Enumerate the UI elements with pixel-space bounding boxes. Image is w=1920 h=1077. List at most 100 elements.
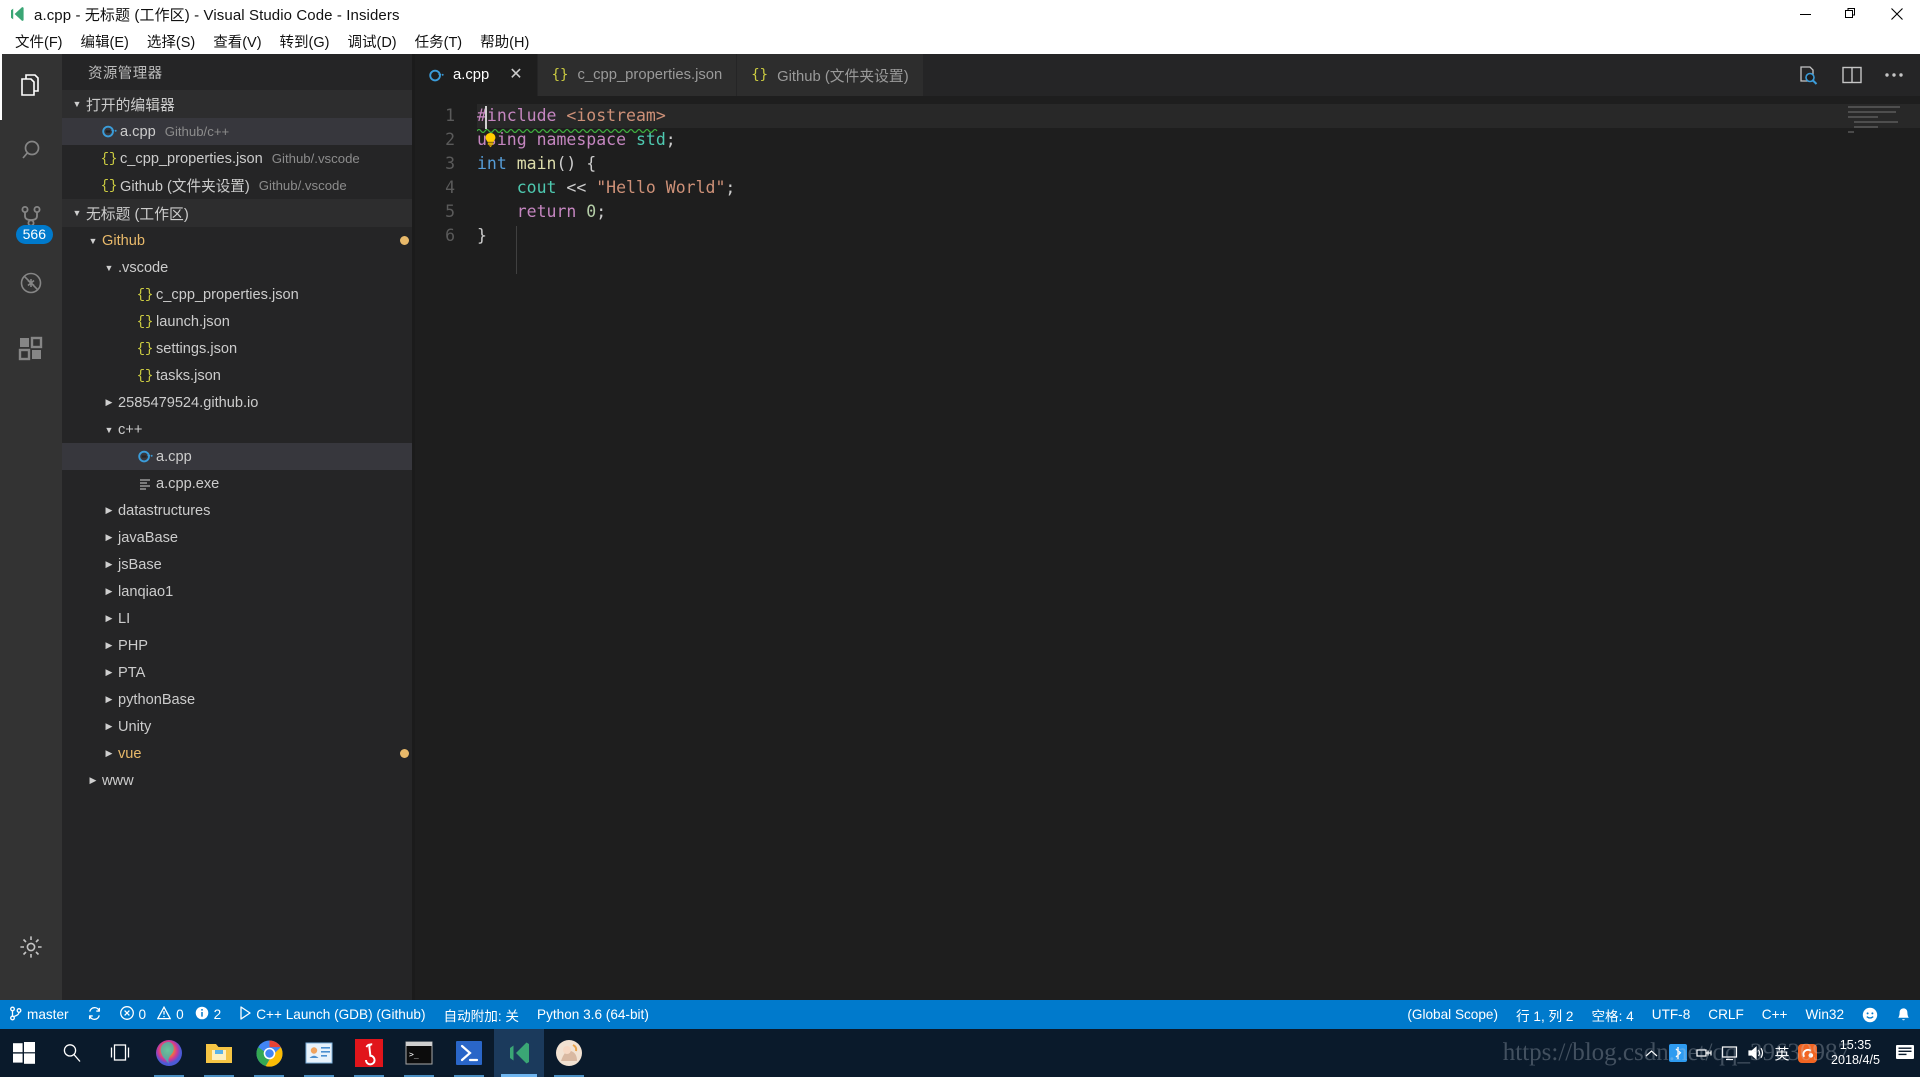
section-workspace[interactable]: ▼ 无标题 (工作区) (62, 199, 415, 227)
tree-folder-row[interactable]: ▶ PHP (62, 632, 415, 659)
bluetooth-icon[interactable] (1665, 1029, 1691, 1077)
firefox-taskbar-icon[interactable] (144, 1029, 194, 1077)
open-editor-item[interactable]: {} c_cpp_properties.json Github/.vscode (62, 145, 415, 172)
status-scope[interactable]: (Global Scope) (1398, 1000, 1507, 1029)
status-eol[interactable]: CRLF (1699, 1000, 1753, 1029)
task-view-button[interactable] (96, 1029, 144, 1077)
split-editor-icon[interactable] (1842, 66, 1862, 84)
ime-language-indicator[interactable]: 英 (1769, 1029, 1795, 1077)
open-preview-icon[interactable] (1798, 65, 1820, 85)
tree-folder-row[interactable]: ▶ lanqiao1 (62, 578, 415, 605)
code-line[interactable]: } (477, 224, 1920, 248)
terminal-taskbar-icon[interactable]: >_ (394, 1029, 444, 1077)
menu-tasks[interactable]: 任务(T) (406, 28, 472, 55)
status-sync[interactable] (78, 1000, 111, 1029)
menu-go[interactable]: 转到(G) (271, 28, 339, 55)
status-notifications-bell[interactable] (1887, 1000, 1920, 1029)
status-problems[interactable]: 0 0 2 (111, 1000, 231, 1029)
more-actions-icon[interactable] (1884, 72, 1904, 78)
sidebar-item-search[interactable] (0, 120, 62, 186)
tree-folder-row[interactable]: ▶ www (62, 767, 415, 794)
vscode-taskbar-icon[interactable] (494, 1029, 544, 1077)
tree-folder-row[interactable]: ▶ javaBase (62, 524, 415, 551)
file-explorer-taskbar-icon[interactable] (194, 1029, 244, 1077)
tree-file-row[interactable]: {} launch.json (62, 308, 415, 335)
tree-folder-row[interactable]: ▼ Github (62, 227, 415, 254)
status-platform[interactable]: Win32 (1796, 1000, 1853, 1029)
tree-folder-row[interactable]: ▼ .vscode (62, 254, 415, 281)
code-editor[interactable]: 1 2 3 4 5 6 #include <iostream> using namespac… (415, 96, 1920, 1000)
menu-view[interactable]: 查看(V) (204, 28, 270, 55)
start-button[interactable] (0, 1029, 48, 1077)
tree-file-row[interactable]: {} c_cpp_properties.json (62, 281, 415, 308)
menu-help[interactable]: 帮助(H) (471, 28, 538, 55)
tree-file-row[interactable]: {} tasks.json (62, 362, 415, 389)
manage-settings-button[interactable] (0, 916, 62, 982)
tree-folder-row[interactable]: ▼ c++ (62, 416, 415, 443)
code-line[interactable]: cout << "Hello World"; (477, 176, 1920, 200)
action-center-icon[interactable] (1890, 1029, 1920, 1077)
code-line[interactable]: #include <iostream> (477, 104, 1920, 128)
status-language-mode[interactable]: C++ (1753, 1000, 1797, 1029)
volume-icon[interactable] (1743, 1029, 1769, 1077)
line-number: 6 (445, 226, 455, 245)
maximize-restore-button[interactable] (1828, 0, 1874, 28)
tray-chevron-up-icon[interactable] (1639, 1029, 1665, 1077)
open-editor-item[interactable]: a.cpp Github/c++ (62, 118, 415, 145)
open-editor-item[interactable]: {} Github (文件夹设置) Github/.vscode (62, 172, 415, 199)
tree-file-row[interactable]: a.cpp (62, 443, 415, 470)
menu-edit[interactable]: 编辑(E) (72, 28, 138, 55)
code-line[interactable]: int main() { (477, 152, 1920, 176)
section-open-editors[interactable]: ▼ 打开的编辑器 (62, 90, 415, 118)
network-icon[interactable] (1691, 1029, 1717, 1077)
tree-folder-row[interactable]: ▶ pythonBase (62, 686, 415, 713)
sidebar-item-explorer[interactable] (0, 54, 62, 120)
menu-file[interactable]: 文件(F) (6, 28, 72, 55)
sogou-input-icon[interactable] (1795, 1029, 1821, 1077)
tree-file-row[interactable]: a.cpp.exe (62, 470, 415, 497)
tree-folder-row[interactable]: ▶ jsBase (62, 551, 415, 578)
sidebar-item-extensions[interactable] (0, 318, 62, 384)
tree-folder-row[interactable]: ▶ Unity (62, 713, 415, 740)
status-cursor-position[interactable]: 行 1, 列 2 (1507, 1000, 1582, 1029)
tree-file-row[interactable]: {} settings.json (62, 335, 415, 362)
close-button[interactable] (1874, 0, 1920, 28)
tab-c-cpp-properties-json[interactable]: {} c_cpp_properties.json (537, 54, 738, 96)
chrome-taskbar-icon[interactable] (244, 1029, 294, 1077)
sync-icon (87, 1006, 102, 1024)
tab-close-icon[interactable]: ✕ (509, 67, 522, 83)
tree-folder-row[interactable]: ▶ datastructures (62, 497, 415, 524)
photos-taskbar-icon[interactable] (544, 1029, 594, 1077)
status-indentation[interactable]: 空格: 4 (1582, 1000, 1642, 1029)
menu-selection[interactable]: 选择(S) (138, 28, 204, 55)
status-launch-config[interactable]: C++ Launch (GDB) (Github) (230, 1000, 434, 1029)
json-file-icon: {} (100, 177, 118, 194)
tree-folder-row[interactable]: ▶ vue (62, 740, 415, 767)
status-bar: master 0 0 2 C++ Launch (GDB) (Github) 自… (0, 1000, 1920, 1029)
contacts-taskbar-icon[interactable] (294, 1029, 344, 1077)
display-icon[interactable] (1717, 1029, 1743, 1077)
status-encoding[interactable]: UTF-8 (1643, 1000, 1700, 1029)
lightbulb-icon[interactable] (483, 132, 498, 148)
status-auto-attach[interactable]: 自动附加: 关 (434, 1000, 528, 1029)
taskbar-clock[interactable]: 15:35 2018/4/5 (1821, 1038, 1890, 1068)
code-line[interactable]: return 0; (477, 200, 1920, 224)
tree-folder-row[interactable]: ▶ LI (62, 605, 415, 632)
sidebar-item-source-control[interactable]: 566 (0, 186, 62, 252)
minimap[interactable] (1848, 106, 1906, 136)
status-python-interpreter[interactable]: Python 3.6 (64-bit) (528, 1000, 658, 1029)
minimize-button[interactable] (1782, 0, 1828, 28)
status-feedback-smiley[interactable] (1853, 1000, 1887, 1029)
status-branch[interactable]: master (0, 1000, 78, 1029)
menu-debug[interactable]: 调试(D) (338, 28, 405, 55)
search-taskbar-button[interactable] (48, 1029, 96, 1077)
chevron-right-icon: ▶ (105, 613, 113, 623)
tree-folder-row[interactable]: ▶ 2585479524.github.io (62, 389, 415, 416)
sidebar-item-debug[interactable] (0, 252, 62, 318)
netease-music-taskbar-icon[interactable] (344, 1029, 394, 1077)
code-line[interactable]: using namespace std; (477, 128, 1920, 152)
tab-a-cpp[interactable]: a.cpp ✕ (415, 54, 538, 96)
powershell-taskbar-icon[interactable] (444, 1029, 494, 1077)
tree-folder-row[interactable]: ▶ PTA (62, 659, 415, 686)
tab-github-folder-settings[interactable]: {} Github (文件夹设置) (737, 54, 924, 96)
